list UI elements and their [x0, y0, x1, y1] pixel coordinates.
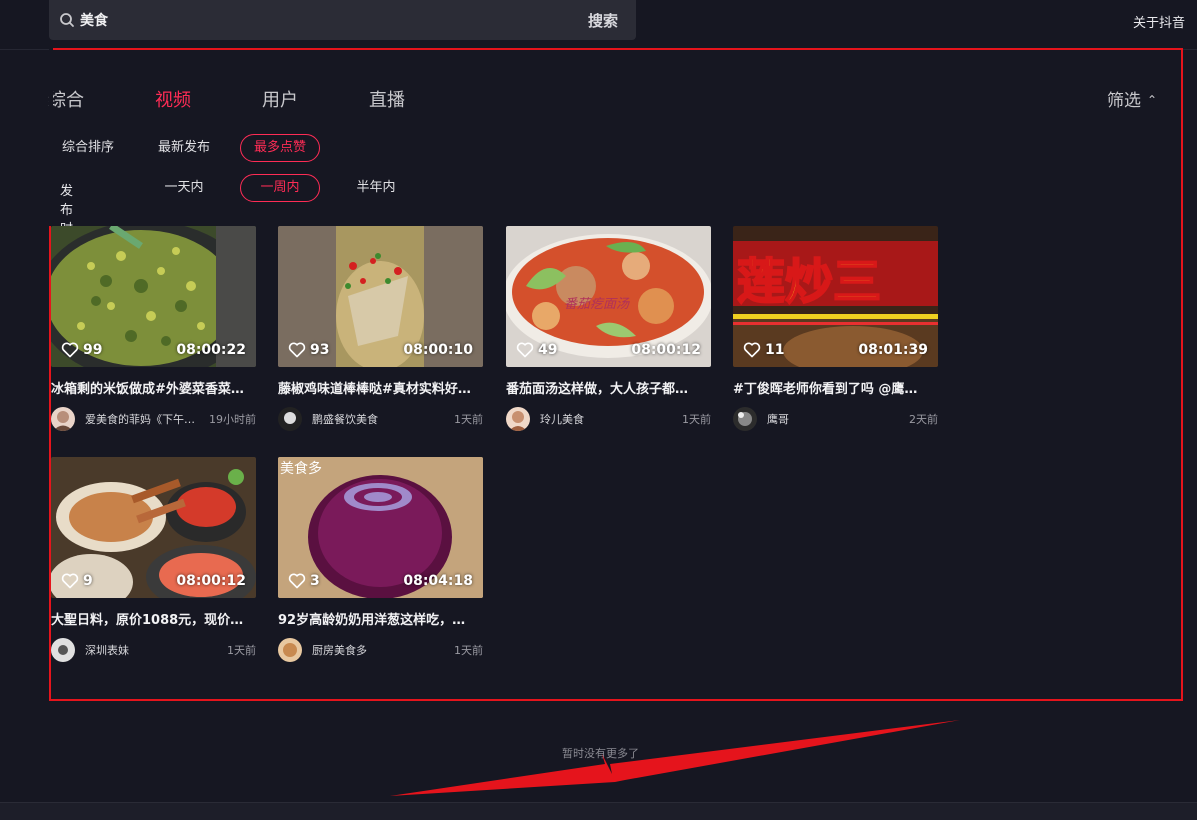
video-thumbnail: 美食多 3 08:04:18	[278, 457, 483, 598]
publish-time: 2天前	[909, 413, 938, 426]
video-duration: 08:00:12	[176, 573, 246, 589]
time-one-day[interactable]: 一天内	[148, 174, 220, 202]
video-title[interactable]: 92岁高龄奶奶用洋葱这样吃，…	[278, 609, 483, 628]
overlay-text: 美食多	[280, 460, 322, 477]
tab-comprehensive[interactable]: 综合	[48, 86, 84, 112]
author-name[interactable]: 爱美食的菲妈《下午…	[85, 411, 195, 427]
overlay-text: 番茄疙面汤	[564, 297, 630, 312]
publish-time: 19小时前	[209, 413, 256, 426]
avatar[interactable]	[733, 407, 757, 431]
author-name[interactable]: 玲儿美食	[540, 411, 584, 427]
tab-user[interactable]: 用户	[262, 86, 298, 112]
heart-icon	[61, 573, 79, 589]
video-card[interactable]: 9 08:00:12 大聖日料，原价1088元，现价… 深圳表妹 1天前	[51, 457, 256, 662]
video-thumbnail: 99 08:00:22	[51, 226, 256, 367]
heart-icon	[288, 342, 306, 358]
video-duration: 08:00:12	[631, 342, 701, 358]
video-card[interactable]: 99 08:00:22 冰箱剩的米饭做成#外婆菜香菜… 爱美食的菲妈《下午… 1…	[51, 226, 256, 431]
avatar[interactable]	[278, 407, 302, 431]
about-douyin-link[interactable]: 关于抖音	[1133, 12, 1185, 31]
sort-most-liked[interactable]: 最多点赞	[240, 134, 320, 162]
like-count: 49	[516, 342, 557, 358]
video-title[interactable]: 藤椒鸡味道棒棒哒#真材实料好…	[278, 378, 483, 397]
publish-time: 1天前	[682, 413, 711, 426]
video-title[interactable]: 冰箱剩的米饭做成#外婆菜香菜…	[51, 378, 256, 397]
avatar[interactable]	[51, 638, 75, 662]
video-title[interactable]: 番茄面汤这样做，大人孩子都…	[506, 378, 711, 397]
like-count: 11	[743, 342, 784, 358]
overlay-text: 莲炒三	[737, 254, 881, 310]
video-card[interactable]: 93 08:00:10 藤椒鸡味道棒棒哒#真材实料好… 鹏盛餐饮美食 1天前	[278, 226, 483, 431]
video-card[interactable]: 莲炒三 11 08:01:39 #丁俊晖老师你看到了吗 @鹰… 鹰哥 2天前	[733, 226, 938, 431]
annotation-arrow	[390, 720, 960, 796]
heart-icon	[61, 342, 79, 358]
video-thumbnail: 莲炒三 11 08:01:39	[733, 226, 938, 367]
video-thumbnail: 93 08:00:10	[278, 226, 483, 367]
video-title[interactable]: #丁俊晖老师你看到了吗 @鹰…	[733, 378, 938, 397]
avatar[interactable]	[506, 407, 530, 431]
author-name[interactable]: 鹏盛餐饮美食	[312, 411, 378, 427]
heart-icon	[288, 573, 306, 589]
footer-bar	[0, 802, 1197, 820]
like-count: 9	[61, 573, 93, 589]
like-count: 3	[288, 573, 320, 589]
frame-gap	[49, 48, 53, 226]
tab-video[interactable]: 视频	[155, 86, 191, 112]
author-name[interactable]: 鹰哥	[767, 411, 789, 427]
avatar[interactable]	[278, 638, 302, 662]
video-thumbnail: 番茄疙面汤 49 08:00:12	[506, 226, 711, 367]
filter-toggle[interactable]: 筛选 ⌃	[1107, 86, 1157, 111]
video-thumbnail: 9 08:00:12	[51, 457, 256, 598]
video-duration: 08:00:22	[176, 342, 246, 358]
heart-icon	[743, 342, 761, 358]
video-title[interactable]: 大聖日料，原价1088元，现价…	[51, 609, 256, 628]
heart-icon	[516, 342, 534, 358]
video-card[interactable]: 番茄疙面汤 49 08:00:12 番茄面汤这样做，大人孩子都… 玲儿美食 1天…	[506, 226, 711, 431]
video-duration: 08:00:10	[403, 342, 473, 358]
author-name[interactable]: 厨房美食多	[312, 642, 367, 658]
sort-comprehensive[interactable]: 综合排序	[48, 134, 128, 162]
time-one-week[interactable]: 一周内	[240, 174, 320, 202]
search-box[interactable]: 搜索	[49, 0, 636, 40]
top-bar: 搜索 关于抖音	[0, 0, 1197, 50]
search-input[interactable]	[80, 10, 500, 30]
publish-time: 1天前	[454, 644, 483, 657]
publish-time: 1天前	[454, 413, 483, 426]
chevron-up-icon: ⌃	[1147, 93, 1158, 107]
search-button[interactable]: 搜索	[588, 10, 618, 31]
like-count: 93	[288, 342, 329, 358]
time-half-year[interactable]: 半年内	[340, 174, 412, 202]
video-duration: 08:01:39	[858, 342, 928, 358]
sort-newest[interactable]: 最新发布	[144, 134, 224, 162]
publish-time: 1天前	[227, 644, 256, 657]
avatar[interactable]	[51, 407, 75, 431]
author-name[interactable]: 深圳表妹	[85, 642, 129, 658]
search-icon	[60, 13, 74, 27]
video-card[interactable]: 美食多 3 08:04:18 92岁高龄奶奶用洋葱这样吃，… 厨房美食多 1天前	[278, 457, 483, 662]
like-count: 99	[61, 342, 102, 358]
video-duration: 08:04:18	[403, 573, 473, 589]
tab-live[interactable]: 直播	[369, 86, 405, 112]
